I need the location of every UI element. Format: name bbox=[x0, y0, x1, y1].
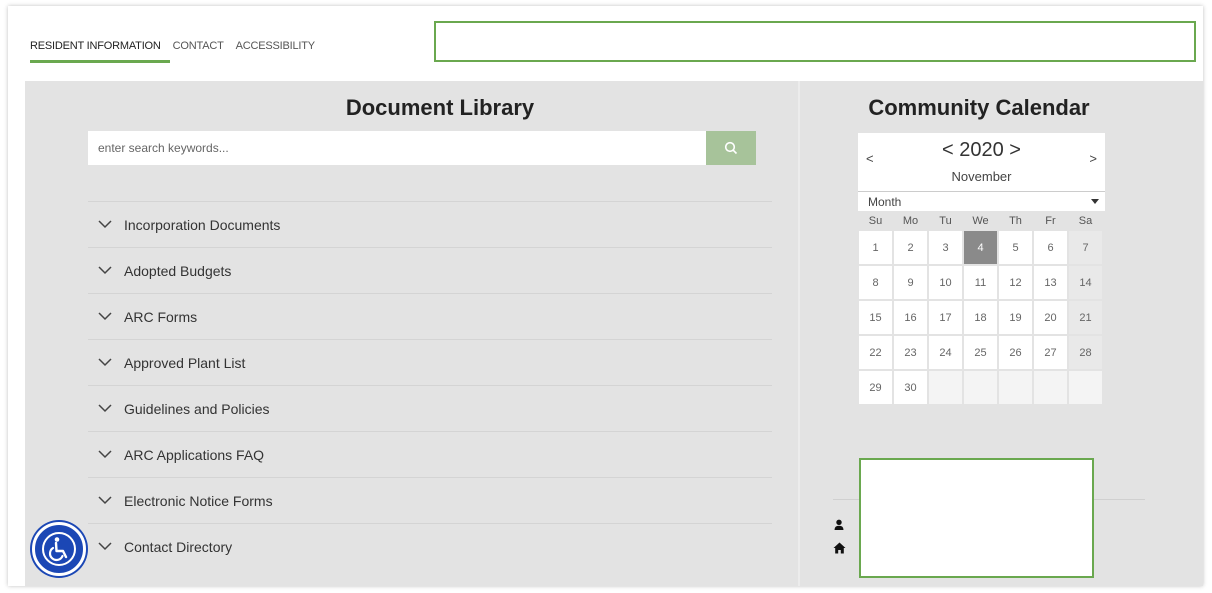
document-item-electronic-notice-forms[interactable]: Electronic Notice Forms bbox=[88, 477, 772, 523]
document-item-label: Approved Plant List bbox=[124, 354, 246, 371]
calendar-day[interactable]: 15 bbox=[858, 300, 893, 335]
document-item-contact-directory[interactable]: Contact Directory bbox=[88, 523, 772, 569]
chevron-down-icon bbox=[98, 450, 112, 459]
search-input[interactable] bbox=[88, 131, 706, 165]
document-item-label: Incorporation Documents bbox=[124, 216, 281, 233]
calendar-day[interactable]: 20 bbox=[1033, 300, 1068, 335]
chevron-down-icon bbox=[98, 266, 112, 275]
community-calendar-title: Community Calendar bbox=[868, 95, 1090, 120]
main-content: Document Library Incorporation Documents… bbox=[25, 81, 1203, 586]
document-item-incorporation-documents[interactable]: Incorporation Documents bbox=[88, 201, 772, 247]
chevron-down-icon bbox=[98, 542, 112, 551]
document-item-guidelines-and-policies[interactable]: Guidelines and Policies bbox=[88, 385, 772, 431]
chevron-down-icon bbox=[98, 312, 112, 321]
calendar-empty-cell bbox=[963, 370, 998, 405]
weekday-header: Fr bbox=[1033, 211, 1068, 230]
person-icon bbox=[833, 518, 845, 536]
document-item-arc-applications-faq[interactable]: ARC Applications FAQ bbox=[88, 431, 772, 477]
weekday-header: Mo bbox=[893, 211, 928, 230]
home-icon bbox=[833, 541, 846, 559]
document-library-title: Document Library bbox=[345, 95, 535, 120]
nav-accessibility[interactable]: ACCESSIBILITY bbox=[236, 40, 316, 52]
calendar-day[interactable]: 13 bbox=[1033, 265, 1068, 300]
nav-contact[interactable]: CONTACT bbox=[173, 40, 224, 52]
calendar-day[interactable]: 21 bbox=[1068, 300, 1103, 335]
calendar-day[interactable]: 28 bbox=[1068, 335, 1103, 370]
weekday-header: Th bbox=[998, 211, 1033, 230]
calendar-day[interactable]: 3 bbox=[928, 230, 963, 265]
search-icon bbox=[724, 141, 738, 155]
weekday-header: Tu bbox=[928, 211, 963, 230]
calendar-view-select-value: Month bbox=[868, 194, 902, 209]
calendar-day[interactable]: 23 bbox=[893, 335, 928, 370]
accessibility-button[interactable] bbox=[32, 522, 86, 576]
calendar-empty-cell bbox=[928, 370, 963, 405]
calendar-day[interactable]: 29 bbox=[858, 370, 893, 405]
next-month-button[interactable]: > bbox=[1089, 151, 1097, 166]
calendar-day[interactable]: 4 bbox=[963, 230, 998, 265]
calendar-day[interactable]: 5 bbox=[998, 230, 1033, 265]
calendar-day[interactable]: 10 bbox=[928, 265, 963, 300]
calendar-header: < < 2020 > November > bbox=[858, 133, 1105, 191]
calendar-day[interactable]: 9 bbox=[893, 265, 928, 300]
weekday-header: Su bbox=[858, 211, 893, 230]
nav-resident-information[interactable]: RESIDENT INFORMATION bbox=[30, 40, 161, 52]
top-nav: RESIDENT INFORMATION CONTACT ACCESSIBILI… bbox=[30, 40, 315, 52]
calendar-day[interactable]: 2 bbox=[893, 230, 928, 265]
calendar-day[interactable]: 19 bbox=[998, 300, 1033, 335]
document-item-approved-plant-list[interactable]: Approved Plant List bbox=[88, 339, 772, 385]
calendar-day[interactable]: 17 bbox=[928, 300, 963, 335]
calendar-month-label: November bbox=[951, 169, 1012, 184]
document-list: Incorporation Documents Adopted Budgets … bbox=[88, 201, 772, 569]
header-placeholder-box bbox=[434, 21, 1196, 62]
chevron-down-icon bbox=[98, 358, 112, 367]
calendar-year-nav[interactable]: < 2020 > bbox=[858, 139, 1105, 162]
calendar-empty-cell bbox=[1033, 370, 1068, 405]
calendar-day[interactable]: 11 bbox=[963, 265, 998, 300]
calendar-day[interactable]: 22 bbox=[858, 335, 893, 370]
document-item-label: Adopted Budgets bbox=[124, 262, 232, 279]
nav-active-indicator bbox=[30, 60, 170, 63]
calendar-day[interactable]: 26 bbox=[998, 335, 1033, 370]
document-item-arc-forms[interactable]: ARC Forms bbox=[88, 293, 772, 339]
calendar-day[interactable]: 24 bbox=[928, 335, 963, 370]
weekday-header: Sa bbox=[1068, 211, 1103, 230]
document-item-label: ARC Forms bbox=[124, 308, 198, 325]
calendar-empty-cell bbox=[998, 370, 1033, 405]
weekday-header: We bbox=[963, 211, 998, 230]
calendar-day[interactable]: 1 bbox=[858, 230, 893, 265]
search-button[interactable] bbox=[706, 131, 756, 165]
calendar-day[interactable]: 18 bbox=[963, 300, 998, 335]
document-item-label: ARC Applications FAQ bbox=[124, 446, 265, 463]
calendar-day[interactable]: 25 bbox=[963, 335, 998, 370]
calendar-empty-cell bbox=[1068, 370, 1103, 405]
calendar-grid: Su Mo Tu We Th Fr Sa 1 2 3 4 5 6 7 8 9 10 11 12 13 14 15 16 17 1… bbox=[858, 211, 1105, 405]
calendar-view-select[interactable]: Month bbox=[858, 191, 1105, 211]
column-divider bbox=[798, 81, 800, 586]
calendar-day[interactable]: 14 bbox=[1068, 265, 1103, 300]
calendar-day[interactable]: 7 bbox=[1068, 230, 1103, 265]
info-placeholder-box bbox=[859, 458, 1094, 578]
calendar-day[interactable]: 30 bbox=[893, 370, 928, 405]
calendar-widget: < < 2020 > November > Month Su Mo Tu We Th Fr… bbox=[858, 133, 1105, 405]
calendar-day[interactable]: 16 bbox=[893, 300, 928, 335]
calendar-day[interactable]: 12 bbox=[998, 265, 1033, 300]
search-bar bbox=[88, 131, 756, 165]
page-frame: RESIDENT INFORMATION CONTACT ACCESSIBILI… bbox=[8, 6, 1203, 586]
chevron-down-icon bbox=[98, 496, 112, 505]
document-item-label: Guidelines and Policies bbox=[124, 400, 270, 417]
calendar-day[interactable]: 8 bbox=[858, 265, 893, 300]
caret-down-icon bbox=[1091, 199, 1099, 204]
chevron-down-icon bbox=[98, 220, 112, 229]
accessibility-icon bbox=[42, 532, 76, 566]
document-item-adopted-budgets[interactable]: Adopted Budgets bbox=[88, 247, 772, 293]
document-item-label: Electronic Notice Forms bbox=[124, 492, 273, 509]
calendar-day[interactable]: 27 bbox=[1033, 335, 1068, 370]
calendar-day[interactable]: 6 bbox=[1033, 230, 1068, 265]
chevron-down-icon bbox=[98, 404, 112, 413]
document-item-label: Contact Directory bbox=[124, 538, 233, 555]
